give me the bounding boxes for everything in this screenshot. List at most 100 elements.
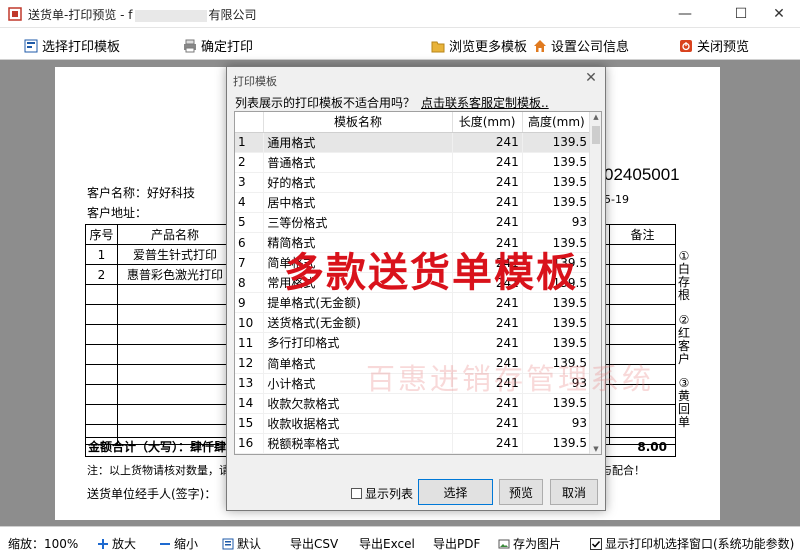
row-height: 139.5 <box>522 332 592 354</box>
row-index: 10 <box>235 312 265 334</box>
row-index: 12 <box>235 353 265 374</box>
template-row[interactable]: 3 好的格式 241 139.5 <box>235 172 592 193</box>
row-index: 11 <box>235 332 265 354</box>
export-csv-button[interactable]: 导出CSV <box>290 535 338 552</box>
watermark-text: 百惠进销存管理系统 <box>366 362 655 396</box>
row-height: 139.5 <box>522 152 592 173</box>
close-preview-button[interactable]: 关闭预览 <box>679 36 749 55</box>
template-icon <box>24 39 38 52</box>
plus-icon <box>98 538 108 549</box>
template-row[interactable]: 5 三等份格式 241 93 <box>235 212 592 233</box>
row-index: 2 <box>235 152 265 173</box>
row-length: 241 <box>452 152 523 173</box>
power-icon <box>680 39 692 52</box>
browse-more-label: 浏览更多模板 <box>449 40 528 55</box>
row-template-name: 三等份格式 <box>263 212 453 233</box>
confirm-print-label: 确定打印 <box>201 40 254 55</box>
home-icon <box>534 39 546 52</box>
dialog-title: 打印模板 <box>233 75 277 88</box>
header-length[interactable]: 长度(mm) <box>452 112 523 133</box>
row-index: 13 <box>235 373 265 394</box>
checkbox-checked-icon <box>590 537 602 550</box>
row-index: 7 <box>235 252 265 274</box>
col-remark: 备注 <box>609 224 676 245</box>
row-template-name: 送货格式(无金额) <box>263 312 453 334</box>
row-index: 3 <box>235 172 265 193</box>
row-index: 1 <box>235 132 265 153</box>
row-empty-cell <box>609 264 676 285</box>
checkbox-unchecked-icon <box>351 488 362 499</box>
dialog-close-button[interactable]: ✕ <box>583 70 599 86</box>
row-height: 93 <box>522 212 592 233</box>
custom-template-link[interactable]: 点击联系客服定制模板.. <box>421 96 549 110</box>
document-number: 02405001 <box>604 165 680 184</box>
col-no: 序号 <box>85 224 118 245</box>
col-product: 产品名称 <box>116 224 233 245</box>
row-product: 爱普生针式打印 <box>116 244 233 265</box>
close-window-button[interactable]: ✕ <box>756 0 800 28</box>
template-row[interactable]: 16 税额税率格式 241 139.5 <box>235 433 592 454</box>
row-index: 9 <box>235 292 265 314</box>
row-height: 139.5 <box>522 192 592 213</box>
row-index: 14 <box>235 393 265 414</box>
show-list-checkbox[interactable]: 显示列表 <box>351 485 413 502</box>
page-icon <box>222 538 234 549</box>
row-no: 1 <box>85 244 118 265</box>
zoom-out-button[interactable]: 缩小 <box>159 535 198 552</box>
zoom-in-button[interactable]: 放大 <box>97 535 136 552</box>
select-button[interactable]: 选择 <box>418 479 493 505</box>
signature-label: 送货单位经手人(签字)： <box>87 487 217 501</box>
header-height[interactable]: 高度(mm) <box>522 112 592 133</box>
row-height: 139.5 <box>522 172 592 193</box>
header-template-name[interactable]: 模板名称 <box>263 112 453 133</box>
template-row[interactable]: 2 普通格式 241 139.5 <box>235 152 592 173</box>
row-index: 15 <box>235 413 265 434</box>
row-template-name: 税额税率格式 <box>263 433 453 454</box>
scroll-down-icon[interactable]: ▼ <box>590 445 601 453</box>
image-icon <box>498 539 510 548</box>
side-label-red: ②红客户 <box>677 313 690 366</box>
dialog-question: 列表展示的打印模板不适合用吗？ 点击联系客服定制模板.. <box>235 94 549 111</box>
list-scrollbar[interactable]: ▲ ▼ <box>589 112 601 454</box>
template-row[interactable]: 10 送货格式(无金额) 241 139.5 <box>235 312 592 334</box>
show-printer-checkbox[interactable]: 显示打印机选择窗口(系统功能参数) <box>590 535 794 552</box>
row-template-name: 多行打印格式 <box>263 332 453 354</box>
redacted-block <box>134 9 207 22</box>
template-row[interactable]: 11 多行打印格式 241 139.5 <box>235 332 592 354</box>
row-index: 16 <box>235 433 265 454</box>
save-image-button[interactable]: 存为图片 <box>498 535 561 552</box>
folder-icon <box>431 41 445 52</box>
cancel-button[interactable]: 取消 <box>550 479 598 505</box>
export-pdf-button[interactable]: 导出PDF <box>433 535 480 552</box>
total-label: 金额合计（大写）：肆仟肆佰 <box>88 440 239 454</box>
export-excel-button[interactable]: 导出Excel <box>359 535 415 552</box>
default-zoom-button[interactable]: 默认 <box>222 535 261 552</box>
select-template-button[interactable]: 选择打印模板 <box>24 36 120 55</box>
preview-button[interactable]: 预览 <box>499 479 543 505</box>
template-row[interactable]: 4 居中格式 241 139.5 <box>235 192 592 213</box>
template-row[interactable]: 1 通用格式 241 139.5 <box>235 132 592 153</box>
confirm-print-button[interactable]: 确定打印 <box>183 36 253 55</box>
template-row[interactable]: 15 收款收据格式 241 93 <box>235 413 592 434</box>
row-index: 6 <box>235 232 265 254</box>
show-printer-label: 显示打印机选择窗口(系统功能参数) <box>605 537 795 551</box>
company-info-label: 设置公司信息 <box>551 40 630 55</box>
app-icon <box>8 7 22 21</box>
question-text: 列表展示的打印模板不适合用吗？ <box>235 96 416 110</box>
side-label-yellow: ③黄回单 <box>677 376 690 429</box>
document-date: 5-19 <box>604 193 629 206</box>
company-info-button[interactable]: 设置公司信息 <box>533 36 629 55</box>
promo-headline: 多款送货单模板 <box>284 250 578 296</box>
row-index: 4 <box>235 192 265 213</box>
header-index <box>235 112 265 133</box>
scroll-thumb[interactable] <box>592 126 600 144</box>
browse-more-templates-button[interactable]: 浏览更多模板 <box>431 36 527 55</box>
show-list-label: 显示列表 <box>365 487 414 501</box>
statusbar: 缩放：100% 放大 缩小 默认 导出CSV 导出Excel 导出PDF 存为图… <box>0 526 800 556</box>
row-index: 5 <box>235 212 265 233</box>
row-length: 241 <box>452 312 523 334</box>
row-height: 139.5 <box>522 433 592 454</box>
row-product: 惠普彩色激光打印 <box>116 264 233 285</box>
minimize-button[interactable]: — <box>662 0 708 28</box>
scroll-up-icon[interactable]: ▲ <box>590 113 601 121</box>
